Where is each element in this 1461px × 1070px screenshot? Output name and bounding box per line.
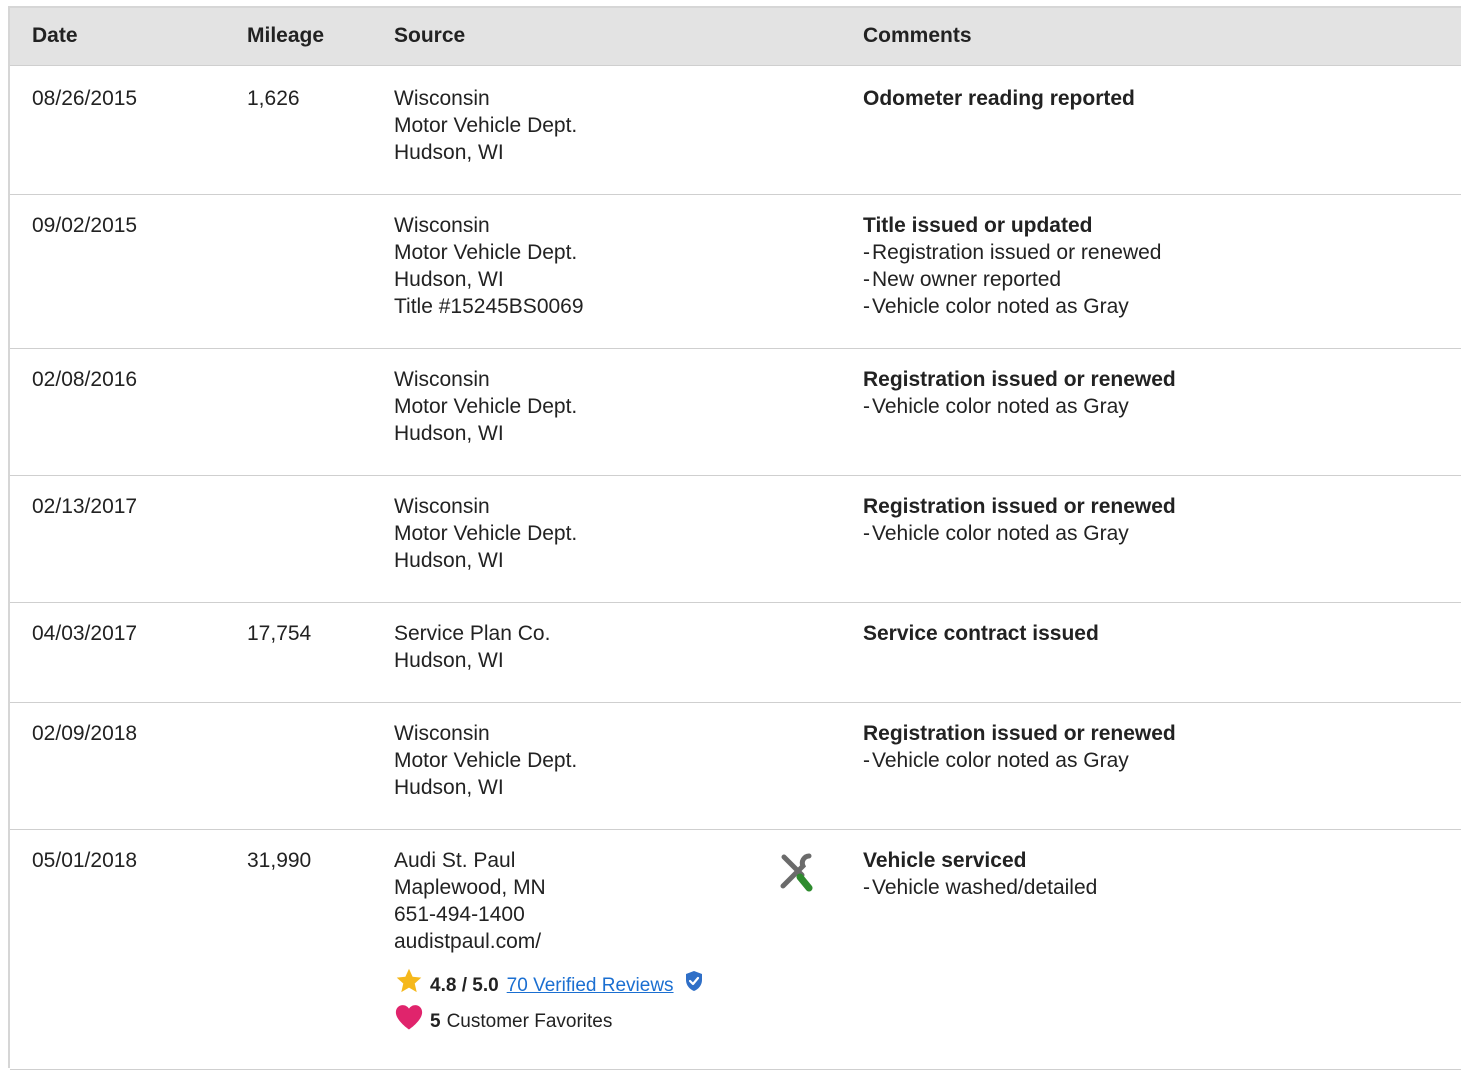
source-line: Motor Vehicle Dept. (394, 522, 578, 545)
source-line: Wisconsin (394, 87, 490, 110)
row-comments: Title issued or updatedRegistration issu… (863, 212, 1162, 320)
table-row: 08/26/2015 1,626 Wisconsin Motor Vehicle De… (10, 67, 1461, 195)
table-row: 04/03/2017 17,754 Service Plan Co. Hudson, … (10, 602, 1461, 703)
table-row: 09/02/2015 Wisconsin Motor Vehicle Dept. Hu… (10, 194, 1461, 349)
row-source: Wisconsin Motor Vehicle Dept. Hudson, WI (394, 366, 577, 447)
row-date: 09/02/2015 (32, 214, 138, 237)
row-source: Wisconsin Motor Vehicle Dept. Hudson, WI (394, 85, 577, 166)
verified-shield-icon (684, 970, 710, 1000)
heart-icon (394, 1003, 430, 1039)
comment-title: Registration issued or renewed (863, 495, 1176, 518)
source-line: Hudson, WI (394, 649, 504, 672)
row-comments: Registration issued or renewedVehicle co… (863, 493, 1176, 547)
row-comments: Service contract issued (863, 620, 1099, 647)
row-mileage: 1,626 (247, 87, 300, 110)
row-source: Wisconsin Motor Vehicle Dept. Hudson, WI (394, 720, 577, 801)
row-date: 08/26/2015 (32, 87, 138, 110)
source-line: Motor Vehicle Dept. (394, 241, 578, 264)
header-date: Date (32, 24, 78, 47)
dealer-reviews: 4.8 / 5.0 70 Verified Reviews 5 Customer Fa… (394, 967, 710, 1039)
source-line: Hudson, WI (394, 141, 504, 164)
row-source: Wisconsin Motor Vehicle Dept. Hudson, WI (394, 493, 577, 574)
source-line: Wisconsin (394, 722, 490, 745)
row-date: 04/03/2017 (32, 622, 138, 645)
vehicle-history-table: Date Mileage Source Comments 08/26/2015 1… (8, 6, 1461, 1070)
row-source: Wisconsin Motor Vehicle Dept. Hudson, WI Ti… (394, 212, 584, 320)
source-line: Service Plan Co. (394, 622, 551, 645)
source-line: Motor Vehicle Dept. (394, 114, 578, 137)
table-row: 05/01/2018 31,990 Audi St. Paul Maplewood, … (10, 829, 1461, 1070)
header-mileage: Mileage (247, 24, 325, 47)
source-line: audistpaul.com/ (394, 930, 542, 953)
table-header: Date Mileage Source Comments (10, 8, 1461, 66)
rating-line: 4.8 / 5.0 70 Verified Reviews (394, 967, 710, 1003)
source-line: Hudson, WI (394, 549, 504, 572)
service-tools-icon (778, 853, 818, 900)
row-date: 02/08/2016 (32, 368, 138, 391)
source-line: Title #15245BS0069 (394, 295, 584, 318)
comment-title: Service contract issued (863, 622, 1099, 645)
table-row: 02/13/2017 Wisconsin Motor Vehicle Dept. Hu… (10, 475, 1461, 603)
comment-title: Registration issued or renewed (863, 722, 1176, 745)
row-source: Service Plan Co. Hudson, WI (394, 620, 550, 674)
source-line: Hudson, WI (394, 268, 504, 291)
source-line: Hudson, WI (394, 776, 504, 799)
comment-item: Vehicle washed/detailed (863, 874, 1097, 901)
comment-title: Title issued or updated (863, 214, 1093, 237)
comment-title: Registration issued or renewed (863, 368, 1176, 391)
favorites-line: 5 Customer Favorites (394, 1003, 710, 1039)
comment-item: Registration issued or renewed (863, 239, 1162, 266)
row-mileage: 31,990 (247, 849, 312, 872)
row-comments: Registration issued or renewedVehicle co… (863, 366, 1176, 420)
comment-item: New owner reported (863, 266, 1162, 293)
row-date: 02/13/2017 (32, 495, 138, 518)
source-line: Motor Vehicle Dept. (394, 749, 578, 772)
row-comments: Registration issued or renewedVehicle co… (863, 720, 1176, 774)
row-comments: Odometer reading reported (863, 85, 1135, 112)
verified-reviews-link[interactable]: 70 Verified Reviews (507, 972, 674, 999)
source-line: Wisconsin (394, 495, 490, 518)
source-line: Maplewood, MN (394, 876, 546, 899)
row-mileage: 17,754 (247, 622, 312, 645)
comment-item: Vehicle color noted as Gray (863, 293, 1162, 320)
header-comments: Comments (863, 24, 972, 47)
row-source: Audi St. Paul Maplewood, MN 651-494-1400 au… (394, 847, 710, 1039)
source-line: 651-494-1400 (394, 903, 525, 926)
comment-title: Vehicle serviced (863, 849, 1027, 872)
rating-value: 4.8 / 5.0 (430, 974, 499, 996)
row-date: 05/01/2018 (32, 849, 138, 872)
source-line: Hudson, WI (394, 422, 504, 445)
table-row: 02/09/2018 Wisconsin Motor Vehicle Dept. Hu… (10, 702, 1461, 830)
source-line: Wisconsin (394, 214, 490, 237)
favorites-count: 5 (430, 1010, 441, 1032)
comment-item: Vehicle color noted as Gray (863, 520, 1176, 547)
source-line: Wisconsin (394, 368, 490, 391)
row-date: 02/09/2018 (32, 722, 138, 745)
source-line: Audi St. Paul (394, 849, 516, 872)
row-comments: Vehicle servicedVehicle washed/detailed (863, 847, 1097, 901)
comment-item: Vehicle color noted as Gray (863, 393, 1176, 420)
favorites-label: Customer Favorites (446, 1010, 613, 1032)
header-source: Source (394, 24, 466, 47)
comment-item: Vehicle color noted as Gray (863, 747, 1176, 774)
star-icon (394, 967, 430, 1003)
table-row: 02/08/2016 Wisconsin Motor Vehicle Dept. Hu… (10, 348, 1461, 476)
comment-title: Odometer reading reported (863, 87, 1135, 110)
source-line: Motor Vehicle Dept. (394, 395, 578, 418)
